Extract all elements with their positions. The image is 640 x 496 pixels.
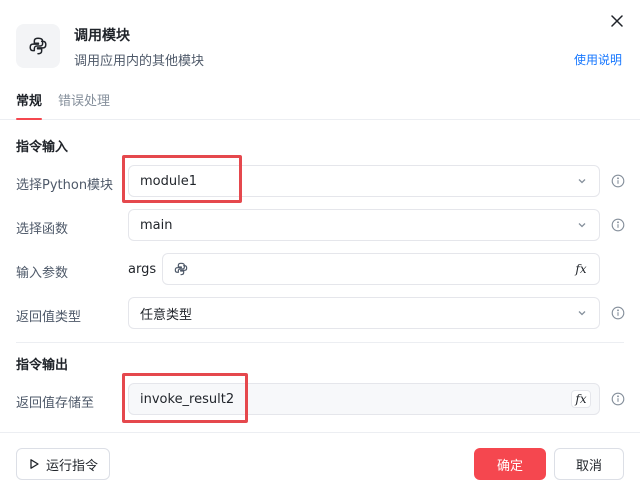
return-type-value: 任意类型 <box>140 307 193 323</box>
python-module-value: module1 <box>140 173 197 189</box>
chevron-down-icon <box>578 223 586 228</box>
args-input[interactable]: fx <box>162 253 600 285</box>
chevron-down-icon <box>578 311 586 316</box>
info-icon[interactable] <box>611 218 625 232</box>
cancel-button[interactable]: 取消 <box>554 448 624 480</box>
tab-error-handling[interactable]: 错误处理 <box>58 90 110 118</box>
python-icon <box>173 261 189 277</box>
dialog-title: 调用模块 <box>74 28 130 44</box>
python-module-select[interactable]: module1 <box>128 165 600 197</box>
label-python-module: 选择Python模块 <box>16 178 114 193</box>
section-title-output: 指令输出 <box>16 358 69 373</box>
info-icon[interactable] <box>611 174 625 188</box>
function-value: main <box>140 217 173 233</box>
label-return-storage: 返回值存储至 <box>16 396 95 411</box>
args-prefix: args <box>128 262 157 277</box>
fx-icon[interactable]: fx <box>571 390 591 408</box>
python-icon <box>16 24 60 68</box>
section-title-input: 指令输入 <box>16 140 69 155</box>
play-icon <box>30 459 39 469</box>
dialog-header: 调用模块 调用应用内的其他模块 使用说明 <box>0 0 640 84</box>
confirm-button[interactable]: 确定 <box>474 448 546 480</box>
info-icon[interactable] <box>611 306 625 320</box>
footer-divider <box>0 432 640 433</box>
label-args: 输入参数 <box>16 266 69 281</box>
label-return-type: 返回值类型 <box>16 310 82 325</box>
fx-icon[interactable]: fx <box>571 260 591 278</box>
section-divider <box>16 342 624 343</box>
function-select[interactable]: main <box>128 209 600 241</box>
return-storage-value: invoke_result2 <box>140 391 235 407</box>
return-type-select[interactable]: 任意类型 <box>128 297 600 329</box>
tab-general[interactable]: 常规 <box>16 90 43 120</box>
label-function: 选择函数 <box>16 222 69 237</box>
close-icon[interactable] <box>608 12 626 30</box>
return-storage-input[interactable]: invoke_result2 fx <box>128 383 600 415</box>
run-command-label: 运行指令 <box>45 458 98 474</box>
run-command-button[interactable]: 运行指令 <box>16 448 110 480</box>
help-link[interactable]: 使用说明 <box>574 51 622 68</box>
dialog-subtitle: 调用应用内的其他模块 <box>74 54 205 69</box>
chevron-down-icon <box>578 179 586 184</box>
tab-bar: 常规 错误处理 <box>0 84 640 120</box>
info-icon[interactable] <box>611 392 625 406</box>
